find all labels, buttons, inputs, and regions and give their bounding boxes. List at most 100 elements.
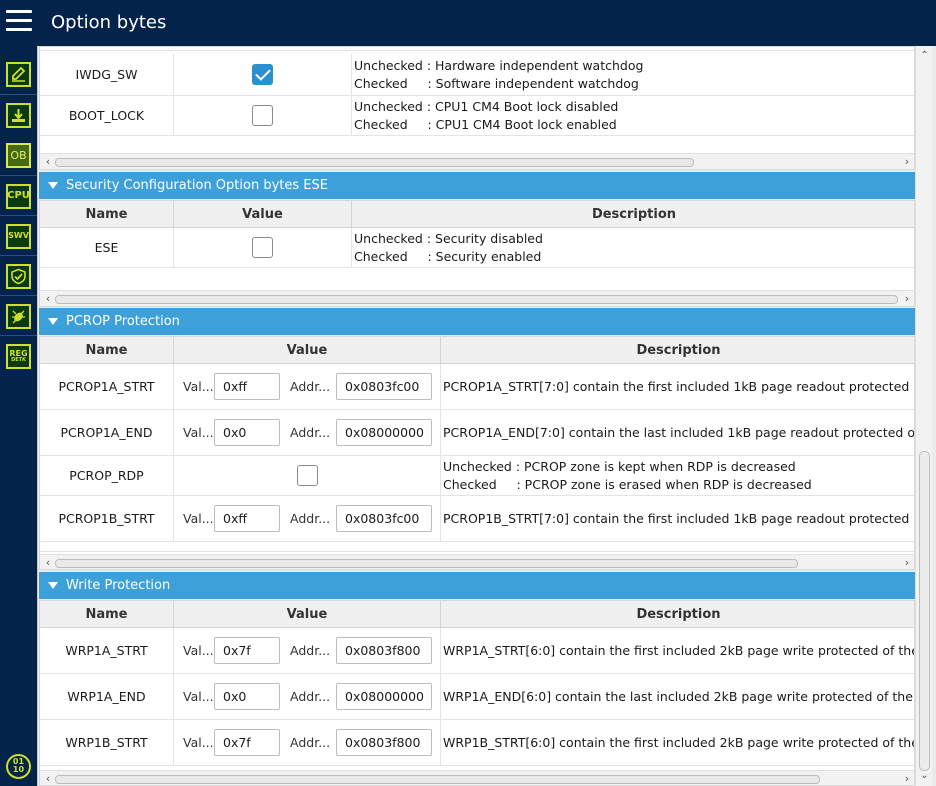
menu-icon[interactable]: [6, 10, 32, 34]
table-row: BOOT_LOCK Unchecked : CPU1 CM4 Boot lock…: [40, 96, 914, 136]
binary-icon: 01 10: [6, 753, 31, 779]
column-header-description: Description: [591, 207, 677, 222]
option-name: PCROP_RDP: [40, 456, 174, 495]
section-header-ese[interactable]: Security Configuration Option bytes ESE: [39, 172, 915, 199]
column-header-name: Name: [40, 337, 174, 364]
option-description: Unchecked : CPU1 CM4 Boot lock disabled …: [354, 98, 619, 132]
ese-checkbox[interactable]: [252, 237, 273, 258]
scroll-left-arrow-icon[interactable]: ‹: [42, 292, 54, 305]
horizontal-scrollbar[interactable]: ‹ ›: [40, 554, 914, 569]
option-name: WRP1A_END: [40, 674, 174, 719]
value-input[interactable]: 0x7f: [214, 637, 280, 664]
download-icon: [6, 102, 31, 128]
pcrop-rdp-checkbox[interactable]: [296, 465, 318, 486]
security-shield-icon: [6, 263, 31, 289]
section-header-write-protection[interactable]: Write Protection: [39, 572, 915, 599]
value-label: Val...: [183, 689, 214, 704]
option-description: Unchecked : Security disabled Checked : …: [354, 230, 543, 264]
register-icon: REG DETK: [6, 343, 31, 369]
horizontal-scrollbar[interactable]: ‹ ›: [40, 290, 914, 306]
scrollbar-thumb[interactable]: [919, 451, 930, 771]
scroll-right-arrow-icon[interactable]: ›: [901, 292, 913, 305]
sidebar-item-cpu[interactable]: CPU: [0, 176, 37, 216]
sidebar-item-edit[interactable]: [0, 54, 37, 94]
iwdg-sw-checkbox[interactable]: [252, 64, 273, 85]
top-bar: Option bytes: [0, 0, 936, 46]
value-input[interactable]: 0x0: [214, 683, 280, 710]
table-row: WRP1B_STRT Val... 0x7f Addr... 0x0803f80…: [40, 720, 914, 766]
scroll-right-arrow-icon[interactable]: ›: [901, 772, 913, 785]
address-input[interactable]: 0x0803fc00: [336, 505, 432, 532]
scrollbar-thumb[interactable]: [55, 295, 898, 304]
value-label: Val...: [183, 379, 214, 394]
option-description: WRP1A_STRT[6:0] contain the first includ…: [443, 642, 915, 658]
column-header-value: Value: [174, 601, 441, 628]
table-row: IWDG_SW Unchecked : Hardware independent…: [40, 54, 914, 96]
horizontal-scrollbar[interactable]: ‹ ›: [40, 153, 914, 169]
cpu-icon: CPU: [6, 183, 31, 209]
address-label: Addr...: [290, 643, 331, 658]
address-label: Addr...: [290, 379, 331, 394]
scrollbar-thumb[interactable]: [55, 559, 798, 568]
table-header: Name Value Description: [40, 201, 914, 228]
page-title: Option bytes: [51, 12, 167, 33]
sidebar-item-debug[interactable]: [0, 296, 37, 336]
pcrop-panel: Name Value Description PCROP1A_STRT Val.…: [39, 336, 915, 570]
scroll-left-arrow-icon[interactable]: ‹: [42, 155, 54, 168]
sidebar-item-swv[interactable]: SWV: [0, 216, 37, 256]
user-config-panel: IWDG_SW Unchecked : Hardware independent…: [39, 46, 915, 170]
option-description: PCROP1A_END[7:0] contain the last includ…: [443, 424, 915, 440]
table-row: ESE Unchecked : Security disabled Checke…: [40, 228, 914, 268]
boot-lock-checkbox[interactable]: [252, 105, 273, 126]
option-name: IWDG_SW: [40, 54, 174, 95]
write-protection-panel: Name Value Description WRP1A_STRT Val...…: [39, 600, 915, 786]
table-row: PCROP1A_END Val... 0x0 Addr... 0x0800000…: [40, 410, 915, 456]
scrollbar-thumb[interactable]: [55, 775, 820, 784]
address-input[interactable]: 0x0803fc00: [336, 373, 432, 400]
scroll-down-arrow-icon[interactable]: ⌄: [916, 770, 933, 781]
scroll-right-arrow-icon[interactable]: ›: [901, 556, 913, 569]
vertical-scrollbar[interactable]: ⌃ ⌄: [915, 46, 932, 786]
value-input[interactable]: 0x7f: [214, 729, 280, 756]
section-title: Write Protection: [66, 578, 171, 593]
value-input[interactable]: 0x0: [214, 419, 280, 446]
column-header-value: Value: [174, 337, 441, 364]
address-input[interactable]: 0x08000000: [336, 683, 432, 710]
address-input[interactable]: 0x0803f800: [336, 637, 432, 664]
scroll-up-arrow-icon[interactable]: ⌃: [916, 50, 933, 61]
option-name: ESE: [40, 228, 174, 267]
sidebar-item-download[interactable]: [0, 95, 37, 135]
address-input[interactable]: 0x0803f800: [336, 729, 432, 756]
address-input[interactable]: 0x08000000: [336, 419, 432, 446]
collapse-triangle-icon[interactable]: [48, 182, 58, 189]
horizontal-scrollbar[interactable]: ‹ ›: [40, 770, 914, 785]
scroll-left-arrow-icon[interactable]: ‹: [42, 772, 54, 785]
swv-icon: SWV: [6, 223, 31, 249]
option-name: PCROP1B_STRT: [40, 496, 174, 541]
sidebar: OB CPU SWV REG DETK 01 10: [0, 46, 37, 786]
collapse-triangle-icon[interactable]: [48, 318, 58, 325]
value-input[interactable]: 0xff: [214, 505, 280, 532]
section-title: Security Configuration Option bytes ESE: [66, 178, 328, 193]
option-bytes-content: IWDG_SW Unchecked : Hardware independent…: [37, 46, 936, 786]
sidebar-item-option-bytes[interactable]: OB: [0, 135, 37, 175]
section-header-pcrop[interactable]: PCROP Protection: [39, 308, 915, 335]
scroll-right-arrow-icon[interactable]: ›: [901, 155, 913, 168]
address-label: Addr...: [290, 425, 331, 440]
collapse-triangle-icon[interactable]: [48, 582, 58, 589]
sidebar-item-binary[interactable]: 01 10: [0, 746, 37, 786]
value-input[interactable]: 0xff: [214, 373, 280, 400]
value-label: Val...: [183, 735, 214, 750]
scrollbar-thumb[interactable]: [55, 158, 694, 167]
register-icon-sublabel: DETK: [11, 356, 26, 363]
option-description: Unchecked : PCROP zone is kept when RDP …: [443, 458, 812, 492]
table-row: PCROP_RDP Unchecked : PCROP zone is kept…: [40, 456, 914, 496]
table-row: WRP1A_STRT Val... 0x7f Addr... 0x0803f80…: [40, 628, 915, 674]
sidebar-item-registers[interactable]: REG DETK: [0, 336, 37, 376]
sidebar-item-security[interactable]: [0, 256, 37, 296]
bug-icon: [6, 303, 31, 329]
table-row: WRP1A_END Val... 0x0 Addr... 0x08000000 …: [40, 674, 914, 720]
scroll-left-arrow-icon[interactable]: ‹: [42, 556, 54, 569]
address-label: Addr...: [290, 511, 331, 526]
column-header-name: Name: [40, 601, 174, 628]
